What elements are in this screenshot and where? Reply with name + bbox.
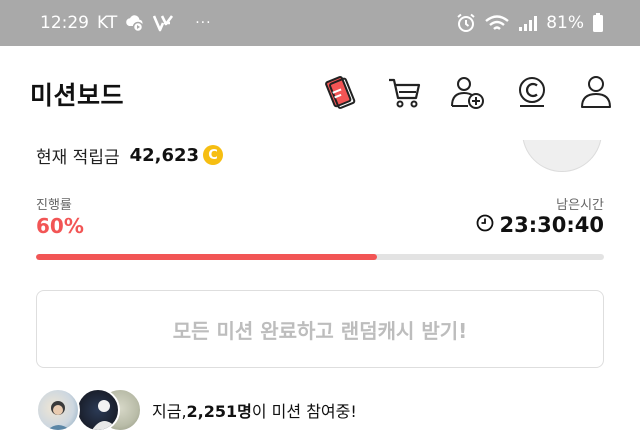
complete-all-missions-button[interactable]: 모든 미션 완료하고 랜덤캐시 받기!	[36, 290, 604, 368]
participants-count: 2,251명	[186, 402, 252, 421]
progress-percent: 60%	[36, 214, 84, 238]
status-carrier: KT	[97, 13, 118, 33]
clock-icon	[476, 214, 494, 236]
coin-button[interactable]	[512, 74, 552, 114]
avatar	[36, 388, 80, 432]
points-row: 현재 적립금 42,623 C	[36, 142, 224, 168]
profile-button[interactable]	[576, 74, 616, 114]
alarm-icon	[456, 13, 476, 33]
wifi-icon	[484, 14, 510, 32]
participants-suffix: 이 미션 참여중!	[251, 402, 357, 421]
participants-text: 지금, 2,251명 이 미션 참여중!	[152, 398, 357, 422]
battery-percent: 81%	[546, 13, 584, 33]
weather-icon	[125, 14, 145, 32]
remaining-time-label: 남은시간	[556, 198, 604, 213]
add-friend-icon	[450, 74, 486, 114]
coin-icon	[514, 74, 550, 114]
points-label: 현재 적립금	[36, 147, 120, 168]
cart-icon	[386, 74, 422, 114]
points-value: 42,623	[129, 144, 200, 166]
page-title: 미션보드	[30, 81, 125, 110]
status-bar-right: 81%	[456, 13, 604, 33]
profile-icon	[578, 74, 614, 114]
battery-icon	[592, 13, 604, 33]
remaining-timer: 23:30:40	[476, 213, 604, 237]
progress-bar	[36, 254, 604, 260]
app-header: 미션보드	[0, 46, 640, 142]
participants-prefix: 지금,	[152, 402, 187, 421]
add-friend-button[interactable]	[448, 74, 488, 114]
status-bar: 12:29 KT ··· 81%	[0, 0, 640, 46]
participant-avatars	[36, 388, 146, 432]
status-time: 12:29	[40, 13, 89, 33]
v3-logo-icon	[153, 14, 174, 32]
progress-bar-fill	[36, 254, 377, 260]
header-actions	[320, 74, 616, 114]
cart-button[interactable]	[384, 74, 424, 114]
participants-row: 지금, 2,251명 이 미션 참여중!	[36, 388, 357, 432]
status-bar-left: 12:29 KT ···	[40, 13, 212, 33]
coin-badge-icon: C	[203, 145, 224, 165]
mission-card-icon	[320, 72, 360, 116]
status-more: ···	[195, 15, 212, 31]
progress-label: 진행률	[36, 198, 72, 213]
mission-card-button[interactable]	[320, 74, 360, 114]
avatar	[76, 388, 120, 432]
signal-icon	[518, 14, 538, 32]
character-image	[522, 140, 602, 174]
remaining-time-value: 23:30:40	[499, 213, 604, 237]
